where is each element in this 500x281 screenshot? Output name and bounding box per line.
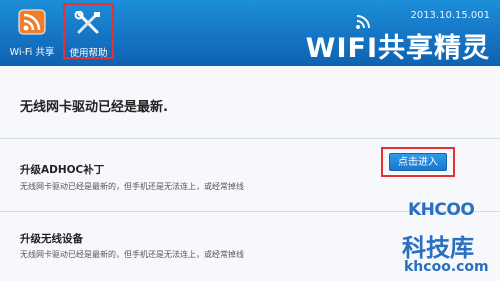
section-adhoc-title: 升级ADHOC补丁 [20,164,105,176]
tab-help[interactable]: 使用帮助 [63,3,114,59]
enter-button[interactable]: 点击进入 [389,153,447,171]
section-device-desc: 无线网卡驱动已经是最新的，但手机还是无法连上，或经常掉线 [20,250,244,259]
top-toolbar: Wi-Fi 共享 使用帮助 2013.10.15.001 WIFI共享精灵 [0,0,500,66]
watermark-logo: KHCOO [408,200,475,220]
wifi-share-icon [18,9,46,35]
watermark-cn-text: 科技库 [402,234,474,262]
tab-wifi-share-label: Wi-Fi 共享 [9,47,55,58]
watermark: KHCOO 科技库 khcoo.com [400,200,500,281]
app-window: Wi-Fi 共享 使用帮助 2013.10.15.001 WIFI共享精灵 无线… [0,0,500,281]
section-adhoc-desc: 无线网卡驱动已经是最新的，但手机还是无法连上，或经常掉线 [20,182,244,191]
brand-area: 2013.10.15.001 WIFI共享精灵 [306,8,490,64]
brand-name: WIFI共享精灵 [305,33,490,64]
enter-button-highlight: 点击进入 [381,147,455,177]
section-device-title: 升级无线设备 [20,233,83,245]
driver-status-headline: 无线网卡驱动已经是最新. [20,100,168,115]
version-text: 2013.10.15.001 [410,10,490,21]
watermark-url: khcoo.com [404,259,489,275]
tab-wifi-share[interactable]: Wi-Fi 共享 [6,3,58,59]
divider [0,138,500,139]
tools-icon [74,11,100,34]
tab-help-label: 使用帮助 [69,48,108,59]
